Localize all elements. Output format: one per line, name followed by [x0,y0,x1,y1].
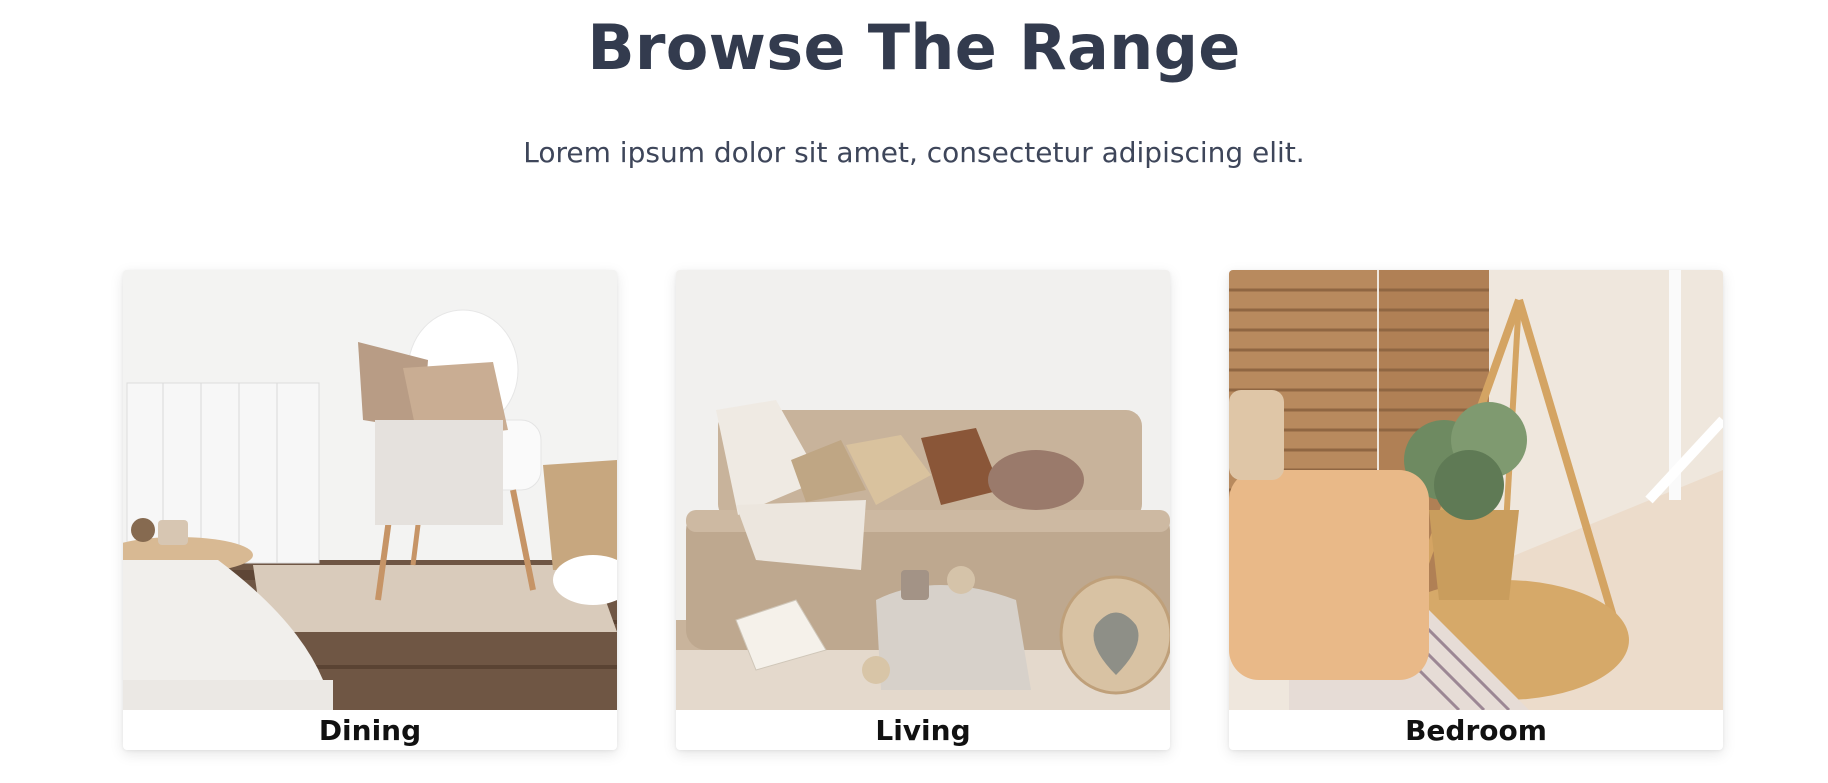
bedroom-illustration [1229,270,1723,710]
category-card-bedroom[interactable]: Bedroom [1229,270,1723,750]
dining-room-image[interactable] [123,270,617,710]
section-title: Browse The Range [587,10,1241,84]
category-cards: Dining Living Bedroom [0,270,1828,750]
living-room-image[interactable] [676,270,1170,710]
category-label[interactable]: Living [676,710,1170,750]
category-label[interactable]: Dining [123,710,617,750]
category-label[interactable]: Bedroom [1229,710,1723,750]
category-card-dining[interactable]: Dining [123,270,617,750]
browse-range-section: Browse The Range Lorem ipsum dolor sit a… [0,0,1828,783]
category-card-living[interactable]: Living [676,270,1170,750]
bedroom-image[interactable] [1229,270,1723,710]
dining-room-illustration [123,270,617,710]
section-subtitle: Lorem ipsum dolor sit amet, consectetur … [523,135,1305,169]
living-room-illustration [676,270,1170,710]
